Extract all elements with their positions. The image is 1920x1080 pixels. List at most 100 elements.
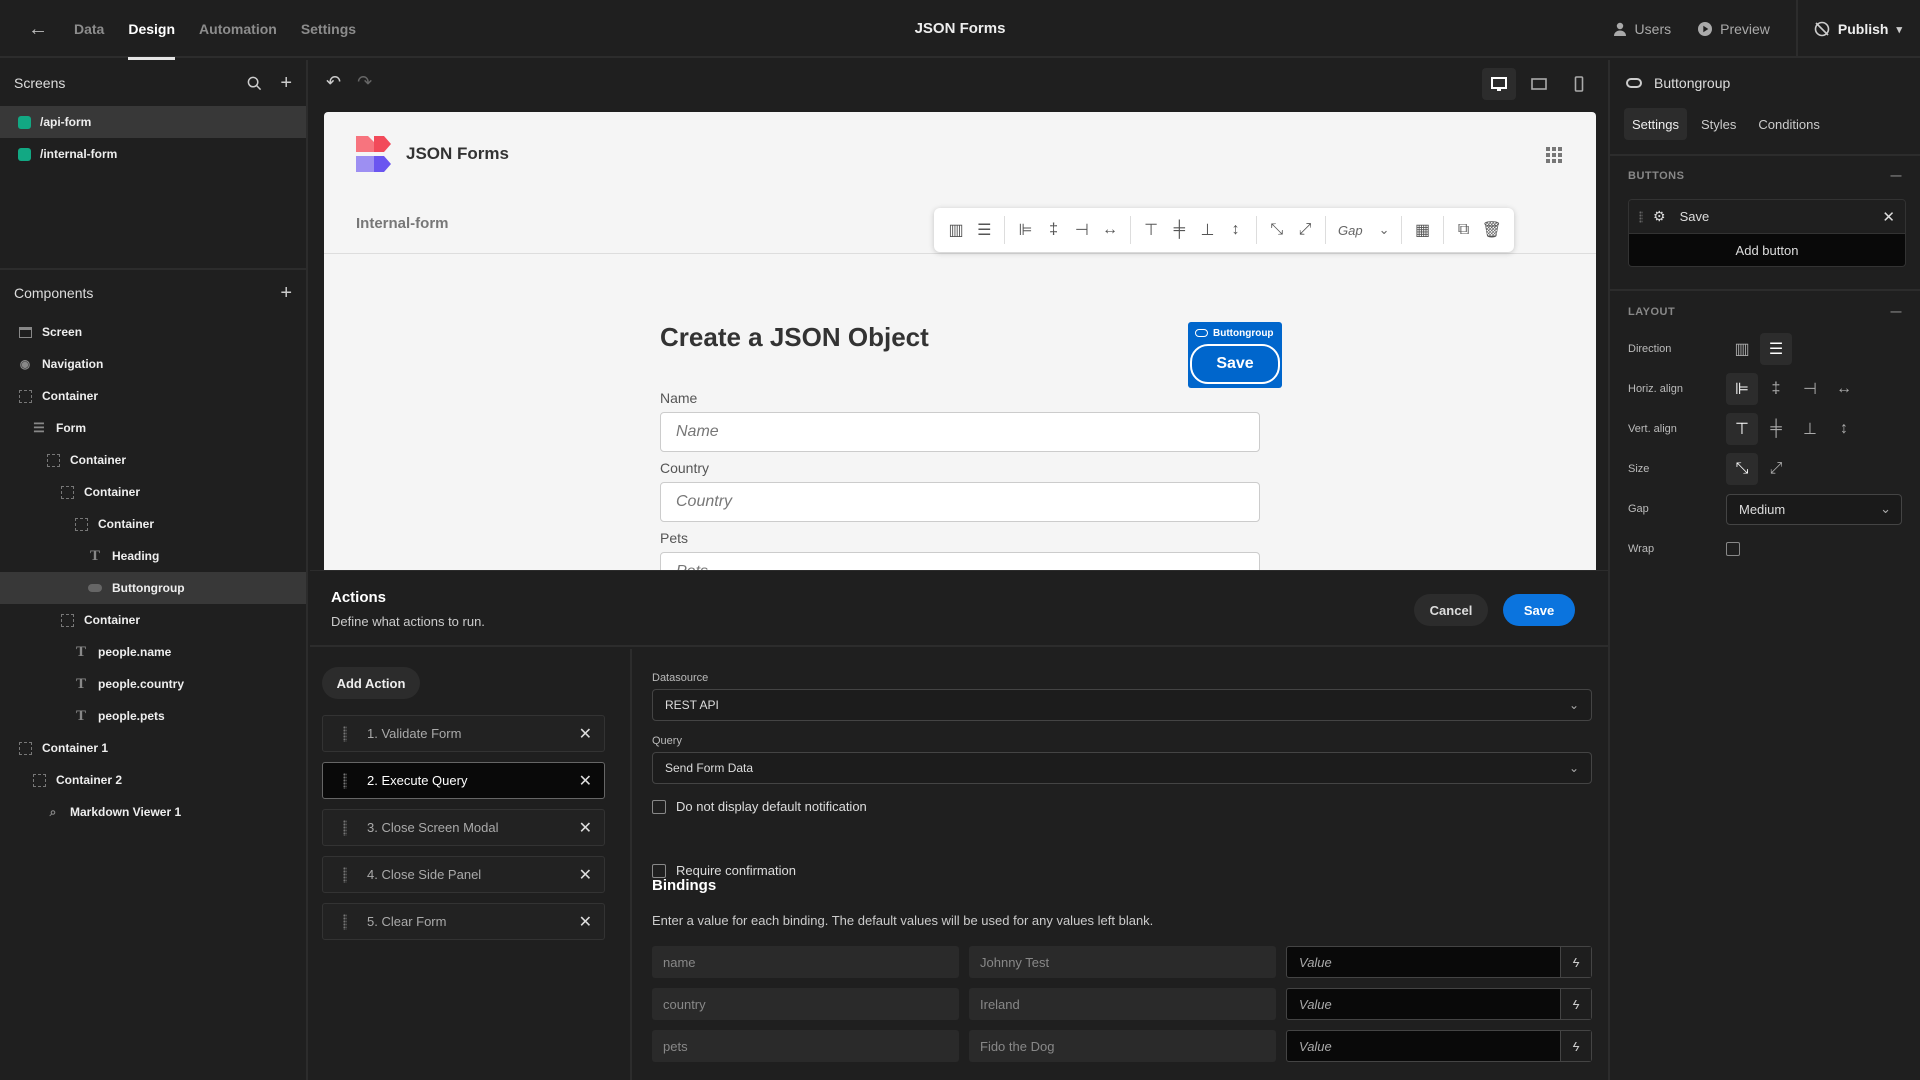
action-item[interactable]: 3. Close Screen Modal ✕ — [322, 809, 605, 846]
action-item[interactable]: 4. Close Side Panel ✕ — [322, 856, 605, 893]
tab-automation[interactable]: Automation — [199, 0, 277, 58]
size-grow-button[interactable]: ⤢ — [1760, 453, 1792, 485]
screen-item-internal-form[interactable]: /internal-form — [0, 138, 306, 170]
wrap-checkbox[interactable] — [1726, 542, 1740, 556]
lightning-bolt-icon[interactable]: ϟ — [1560, 1031, 1591, 1061]
align-middle-icon[interactable]: ╪ — [1165, 215, 1193, 245]
add-action-button[interactable]: Add Action — [322, 667, 420, 699]
app-grid-icon[interactable] — [1546, 147, 1562, 163]
action-item[interactable]: 2. Execute Query ✕ — [322, 762, 605, 799]
pets-input[interactable]: Pets — [660, 552, 1260, 570]
inspector-tab-settings[interactable]: Settings — [1624, 108, 1687, 140]
align-stretch-horizontal-icon[interactable]: ↔ — [1096, 215, 1124, 245]
require-confirmation-checkbox[interactable]: Require confirmation — [652, 863, 796, 878]
align-top-button[interactable]: ⊤ — [1726, 413, 1758, 445]
undo-icon[interactable]: ↶ — [326, 72, 341, 93]
publish-button[interactable]: Publish ▾ — [1795, 0, 1920, 58]
drag-handle-icon[interactable] — [343, 725, 347, 742]
component-item[interactable]: Tpeople.country — [0, 668, 306, 700]
buttongroup-selected[interactable]: Buttongroup Save — [1188, 322, 1282, 388]
grow-icon[interactable]: ⤢ — [1291, 215, 1319, 245]
direction-rows-button[interactable]: ☰ — [1760, 333, 1792, 365]
inspector-tab-styles[interactable]: Styles — [1693, 108, 1744, 140]
close-icon[interactable]: ✕ — [579, 912, 592, 932]
binding-value-input[interactable]: Value ϟ — [1286, 946, 1592, 978]
close-icon[interactable]: ✕ — [579, 865, 592, 885]
align-bottom-icon[interactable]: ⊥ — [1193, 215, 1221, 245]
no-notification-checkbox[interactable]: Do not display default notification — [652, 799, 867, 814]
redo-icon[interactable]: ↷ — [357, 72, 372, 93]
component-item[interactable]: Container — [0, 508, 306, 540]
add-button[interactable]: Add button — [1629, 234, 1905, 266]
align-center-button[interactable]: ‡ — [1760, 373, 1792, 405]
tablet-view-button[interactable] — [1522, 68, 1556, 100]
direction-columns-icon[interactable]: ▥ — [942, 215, 970, 245]
preview-save-button[interactable]: Save — [1190, 344, 1280, 384]
tab-data[interactable]: Data — [74, 0, 104, 58]
align-right-button[interactable]: ⊣ — [1794, 373, 1826, 405]
align-stretch-vertical-icon[interactable]: ↕ — [1222, 215, 1250, 245]
back-arrow-icon[interactable]: ← — [28, 18, 50, 40]
align-bottom-button[interactable]: ⊥ — [1794, 413, 1826, 445]
component-item[interactable]: Container — [0, 476, 306, 508]
align-left-button[interactable]: ⊫ — [1726, 373, 1758, 405]
save-button[interactable]: Save — [1503, 594, 1575, 626]
align-middle-button[interactable]: ╪ — [1760, 413, 1792, 445]
inspector-tab-conditions[interactable]: Conditions — [1750, 108, 1827, 140]
component-item[interactable]: Tpeople.name — [0, 636, 306, 668]
drag-handle-icon[interactable] — [343, 819, 347, 836]
country-input[interactable]: Country — [660, 482, 1260, 522]
component-item[interactable]: ⌕ Markdown Viewer 1 — [0, 796, 306, 828]
gap-select[interactable]: Medium ⌄ — [1726, 493, 1902, 525]
align-left-icon[interactable]: ⊫ — [1011, 215, 1039, 245]
search-icon[interactable] — [247, 76, 262, 91]
action-item[interactable]: 1. Validate Form ✕ — [322, 715, 605, 752]
name-input[interactable]: Name — [660, 412, 1260, 452]
desktop-view-button[interactable] — [1482, 68, 1516, 100]
component-item[interactable]: Screen — [0, 316, 306, 348]
drag-handle-icon[interactable] — [343, 866, 347, 883]
drag-handle-icon[interactable] — [1639, 210, 1643, 223]
close-icon[interactable]: ✕ — [579, 771, 592, 791]
datasource-select[interactable]: REST API ⌄ — [652, 689, 1592, 721]
component-item[interactable]: ◉ Navigation — [0, 348, 306, 380]
align-stretch-button[interactable]: ↔ — [1828, 373, 1860, 405]
component-item[interactable]: Container 1 — [0, 732, 306, 764]
component-item[interactable]: Container — [0, 604, 306, 636]
close-icon[interactable]: ✕ — [579, 724, 592, 744]
binding-value-input[interactable]: Value ϟ — [1286, 988, 1592, 1020]
gap-dropdown[interactable]: Gap ⌄ — [1332, 222, 1395, 238]
component-item[interactable]: ☰ Form — [0, 412, 306, 444]
screen-item-api-form[interactable]: /api-form — [0, 106, 306, 138]
collapse-icon[interactable]: — — [1891, 306, 1903, 318]
binding-value-input[interactable]: Value ϟ — [1286, 1030, 1592, 1062]
collapse-icon[interactable]: — — [1891, 170, 1903, 182]
tab-design[interactable]: Design — [128, 0, 175, 60]
shrink-icon[interactable]: ⤡ — [1263, 215, 1291, 245]
users-button[interactable]: Users — [1612, 21, 1671, 37]
align-top-icon[interactable]: ⊤ — [1137, 215, 1165, 245]
align-stretch-vertical-button[interactable]: ↕ — [1828, 413, 1860, 445]
drag-handle-icon[interactable] — [343, 772, 347, 789]
align-right-icon[interactable]: ⊣ — [1068, 215, 1096, 245]
preview-button[interactable]: Preview — [1697, 21, 1770, 37]
button-item[interactable]: ⚙ Save ✕ — [1629, 200, 1905, 234]
add-screen-icon[interactable]: + — [280, 73, 292, 93]
component-item[interactable]: Container — [0, 444, 306, 476]
close-icon[interactable]: ✕ — [1882, 208, 1895, 226]
gear-icon[interactable]: ⚙ — [1653, 208, 1666, 225]
mobile-view-button[interactable] — [1562, 68, 1596, 100]
align-center-icon[interactable]: ‡ — [1040, 215, 1068, 245]
direction-columns-button[interactable]: ▥ — [1726, 333, 1758, 365]
direction-rows-icon[interactable]: ☰ — [970, 215, 998, 245]
nav-link-internal-form[interactable]: Internal-form — [356, 215, 449, 232]
query-select[interactable]: Send Form Data ⌄ — [652, 752, 1592, 784]
drag-handle-icon[interactable] — [343, 913, 347, 930]
lightning-bolt-icon[interactable]: ϟ — [1560, 989, 1591, 1019]
component-item[interactable]: Tpeople.pets — [0, 700, 306, 732]
component-item[interactable]: Container 2 — [0, 764, 306, 796]
cancel-button[interactable]: Cancel — [1414, 594, 1488, 626]
duplicate-icon[interactable]: ⧉ — [1450, 215, 1478, 245]
tab-settings[interactable]: Settings — [301, 0, 356, 58]
close-icon[interactable]: ✕ — [579, 818, 592, 838]
